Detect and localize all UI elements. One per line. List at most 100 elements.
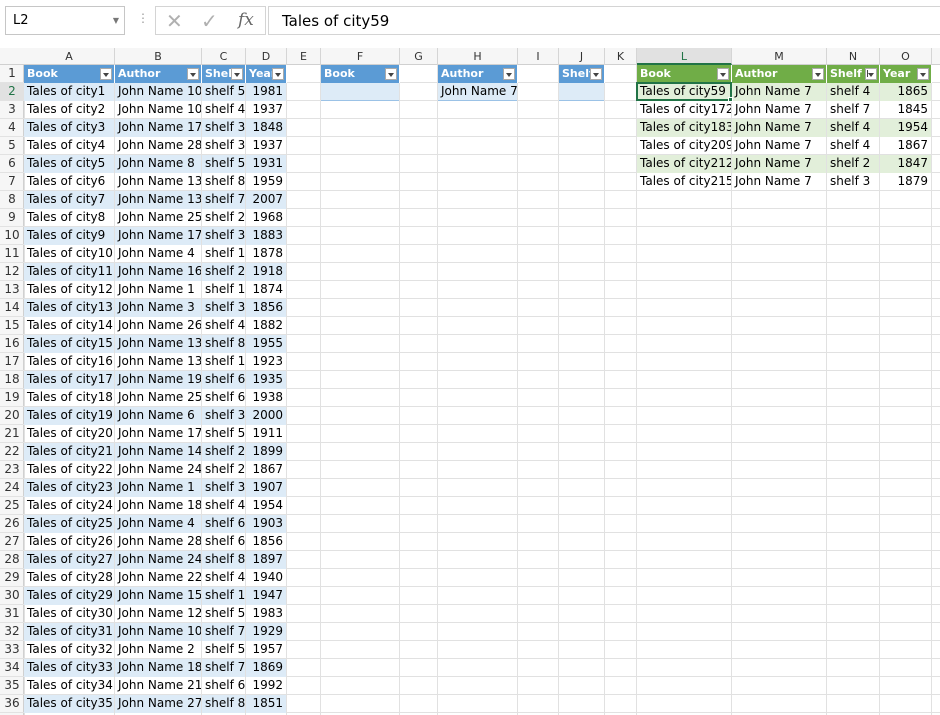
source-cell[interactable]: John Name 18 bbox=[115, 659, 201, 677]
source-cell[interactable]: John Name 14 bbox=[115, 443, 201, 461]
source-cell[interactable]: Tales of city3 bbox=[24, 119, 114, 137]
row-header-4[interactable]: 4 bbox=[0, 119, 24, 137]
row-header-11[interactable]: 11 bbox=[0, 245, 24, 263]
source-cell[interactable]: Tales of city24 bbox=[24, 497, 114, 515]
row-header-9[interactable]: 9 bbox=[0, 209, 24, 227]
source-cell[interactable]: shelf 3 bbox=[202, 227, 245, 245]
column-header-i[interactable]: I bbox=[518, 48, 559, 65]
source-cell[interactable]: shelf 4 bbox=[202, 317, 245, 335]
criteria-author-input[interactable]: John Name 7 bbox=[438, 83, 517, 101]
row-header-13[interactable]: 13 bbox=[0, 281, 24, 299]
source-cell[interactable]: Tales of city14 bbox=[24, 317, 114, 335]
x-icon[interactable]: ✕ bbox=[166, 9, 183, 33]
source-cell[interactable]: Tales of city26 bbox=[24, 533, 114, 551]
source-cell[interactable]: Tales of city22 bbox=[24, 461, 114, 479]
source-cell[interactable]: Tales of city2 bbox=[24, 101, 114, 119]
source-cell[interactable]: John Name 24 bbox=[115, 461, 201, 479]
source-cell[interactable]: shelf 8 bbox=[202, 173, 245, 191]
source-cell[interactable]: Tales of city31 bbox=[24, 623, 114, 641]
source-cell[interactable]: Tales of city7 bbox=[24, 191, 114, 209]
row-header-5[interactable]: 5 bbox=[0, 137, 24, 155]
filter-dropdown-icon[interactable] bbox=[503, 68, 515, 80]
source-cell[interactable]: 1957 bbox=[246, 641, 286, 659]
source-cell[interactable]: John Name 22 bbox=[115, 569, 201, 587]
column-header-g[interactable]: G bbox=[400, 48, 438, 65]
source-cell[interactable]: 1907 bbox=[246, 479, 286, 497]
results-cell[interactable]: shelf 4 bbox=[827, 119, 879, 137]
results-cell[interactable]: 1865 bbox=[880, 83, 931, 101]
results-cell[interactable]: Tales of city209 bbox=[637, 137, 731, 155]
source-cell[interactable]: 1954 bbox=[246, 497, 286, 515]
source-cell[interactable]: Tales of city11 bbox=[24, 263, 114, 281]
source-cell[interactable]: 1983 bbox=[246, 605, 286, 623]
source-cell[interactable]: 1882 bbox=[246, 317, 286, 335]
source-cell[interactable]: John Name 13 bbox=[115, 191, 201, 209]
row-header-10[interactable]: 10 bbox=[0, 227, 24, 245]
source-cell[interactable]: 1937 bbox=[246, 101, 286, 119]
results-cell[interactable]: 1867 bbox=[880, 137, 931, 155]
check-icon[interactable]: ✓ bbox=[201, 9, 218, 33]
source-cell[interactable]: John Name 27 bbox=[115, 695, 201, 713]
source-cell[interactable]: 1897 bbox=[246, 551, 286, 569]
source-cell[interactable]: 1856 bbox=[246, 299, 286, 317]
row-header-19[interactable]: 19 bbox=[0, 389, 24, 407]
row-header-22[interactable]: 22 bbox=[0, 443, 24, 461]
source-cell[interactable]: shelf 3 bbox=[202, 137, 245, 155]
source-cell[interactable]: Tales of city10 bbox=[24, 245, 114, 263]
source-cell[interactable]: John Name 10 bbox=[115, 101, 201, 119]
source-cell[interactable]: shelf 5 bbox=[202, 425, 245, 443]
results-cell[interactable]: Tales of city212 bbox=[637, 155, 731, 173]
source-cell[interactable]: John Name 6 bbox=[115, 407, 201, 425]
source-cell[interactable]: shelf 4 bbox=[202, 497, 245, 515]
chevron-down-icon[interactable]: ▼ bbox=[113, 16, 119, 25]
source-cell[interactable]: 1955 bbox=[246, 335, 286, 353]
source-cell[interactable]: John Name 10 bbox=[115, 83, 201, 101]
source-cell[interactable]: John Name 25 bbox=[115, 209, 201, 227]
source-cell[interactable]: 1869 bbox=[246, 659, 286, 677]
source-cell[interactable]: 1911 bbox=[246, 425, 286, 443]
source-cell[interactable]: John Name 28 bbox=[115, 137, 201, 155]
source-cell[interactable]: Tales of city6 bbox=[24, 173, 114, 191]
source-cell[interactable]: shelf 8 bbox=[202, 551, 245, 569]
row-header-2[interactable]: 2 bbox=[0, 83, 24, 101]
results-cell[interactable]: 1879 bbox=[880, 173, 931, 191]
filter-dropdown-icon[interactable] bbox=[272, 68, 284, 80]
row-header-24[interactable]: 24 bbox=[0, 479, 24, 497]
source-cell[interactable]: 1923 bbox=[246, 353, 286, 371]
results-cell[interactable]: John Name 7 bbox=[732, 137, 826, 155]
source-cell[interactable]: Tales of city18 bbox=[24, 389, 114, 407]
source-cell[interactable]: John Name 17 bbox=[115, 119, 201, 137]
column-header-o[interactable]: O bbox=[880, 48, 932, 65]
source-cell[interactable]: John Name 16 bbox=[115, 263, 201, 281]
source-cell[interactable]: 1883 bbox=[246, 227, 286, 245]
source-cell[interactable]: John Name 4 bbox=[115, 245, 201, 263]
source-cell[interactable]: shelf 1 bbox=[202, 587, 245, 605]
results-cell[interactable]: John Name 7 bbox=[732, 101, 826, 119]
filter-dropdown-icon[interactable] bbox=[590, 68, 602, 80]
source-cell[interactable]: Tales of city5 bbox=[24, 155, 114, 173]
source-cell[interactable]: shelf 7 bbox=[202, 191, 245, 209]
row-header-1[interactable]: 1 bbox=[0, 65, 24, 83]
source-cell[interactable]: shelf 5 bbox=[202, 641, 245, 659]
source-cell[interactable]: John Name 17 bbox=[115, 227, 201, 245]
filter-dropdown-icon[interactable] bbox=[231, 68, 243, 80]
results-cell[interactable]: shelf 7 bbox=[827, 101, 879, 119]
row-header-12[interactable]: 12 bbox=[0, 263, 24, 281]
row-header-20[interactable]: 20 bbox=[0, 407, 24, 425]
source-cell[interactable]: shelf 3 bbox=[202, 299, 245, 317]
criteria-shelf-input[interactable] bbox=[559, 83, 604, 101]
results-cell[interactable]: John Name 7 bbox=[732, 173, 826, 191]
source-cell[interactable]: shelf 1 bbox=[202, 281, 245, 299]
source-cell[interactable]: 1935 bbox=[246, 371, 286, 389]
source-cell[interactable]: John Name 19 bbox=[115, 371, 201, 389]
source-cell[interactable]: John Name 26 bbox=[115, 317, 201, 335]
name-box[interactable]: L2 ▼ bbox=[5, 6, 125, 35]
source-cell[interactable]: John Name 3 bbox=[115, 299, 201, 317]
source-cell[interactable]: John Name 15 bbox=[115, 587, 201, 605]
results-cell[interactable]: shelf 3 bbox=[827, 173, 879, 191]
row-header-18[interactable]: 18 bbox=[0, 371, 24, 389]
column-header-c[interactable]: C bbox=[202, 48, 246, 65]
filter-dropdown-icon[interactable] bbox=[717, 68, 729, 80]
source-cell[interactable]: Tales of city34 bbox=[24, 677, 114, 695]
fill-handle[interactable] bbox=[728, 97, 733, 102]
